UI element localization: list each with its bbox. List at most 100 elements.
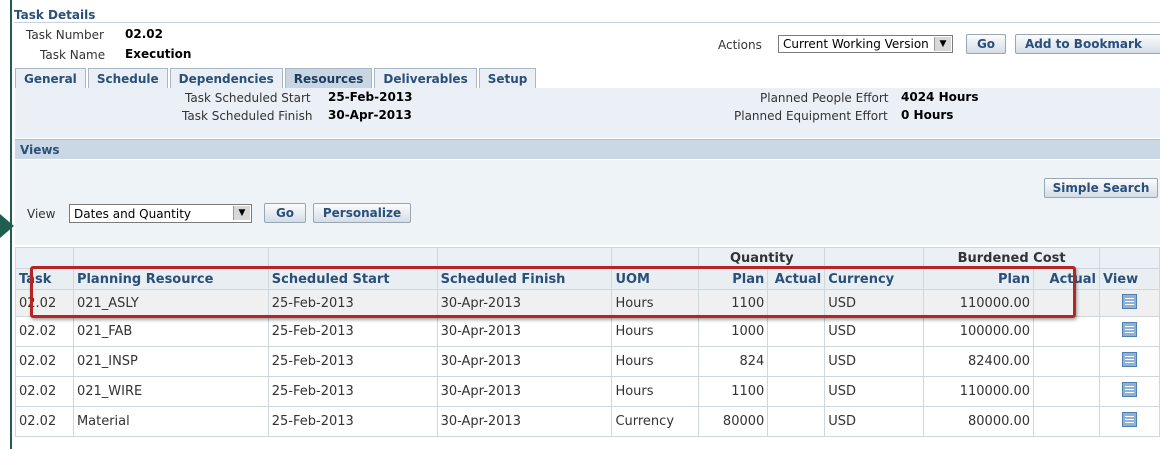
table-row: 02.02 021_FAB 25-Feb-2013 30-Apr-2013 Hours 1… [15,316,1160,347]
col-cost-plan[interactable]: Plan [923,268,1035,290]
planned-equipment-effort-label: Planned Equipment Effort [734,109,888,123]
actions-select[interactable]: Current Working Version ▼ [778,35,953,53]
table-cell: 021_ASLY [72,289,269,317]
tab-schedule[interactable]: Schedule [87,68,168,88]
table-cell: 02.02 [15,376,74,407]
views-section-body [15,160,1160,245]
table-cell [1033,346,1100,377]
col-cost-actual[interactable]: Actual [1033,268,1100,290]
table-cell [1033,316,1100,347]
table-cell: USD [824,406,925,437]
col-view: View [1099,268,1160,290]
grid-view-icon[interactable] [1122,293,1137,309]
personalize-button[interactable]: Personalize [313,203,411,223]
task-name-value: Execution [125,47,192,61]
views-section-header: Views [15,139,1160,159]
tab-general[interactable]: General [15,68,86,88]
planned-people-effort-value: 4024 Hours [901,90,979,104]
table-cell: Currency [611,406,700,437]
table-cell: 80000.00 [923,406,1035,437]
tab-resources[interactable]: Resources [284,68,373,88]
actions-go-button[interactable]: Go [966,34,1006,54]
table-cell: USD [824,289,925,317]
col-scheduled-start[interactable]: Scheduled Start [267,268,438,290]
task-details-panel: Task Details Task Number 02.02 Task Name… [12,0,1160,449]
table-cell [767,376,826,407]
simple-search-button[interactable]: Simple Search [1044,178,1158,198]
grid-view-icon[interactable] [1122,352,1137,367]
table-cell: 30-Apr-2013 [436,406,613,437]
task-number-label: Task Number [26,28,104,42]
table-cell [767,289,826,317]
col-quantity-actual[interactable]: Actual [767,268,826,290]
col-currency[interactable]: Currency [824,268,925,290]
table-cell: USD [824,316,925,347]
view-cell[interactable] [1099,346,1160,377]
view-select[interactable]: Dates and Quantity ▼ [69,204,252,223]
quantity-group-header: Quantity [698,247,826,269]
table-row: 02.02 021_WIRE 25-Feb-2013 30-Apr-2013 Hours… [15,376,1160,407]
col-uom[interactable]: UOM [611,268,700,290]
table-cell: 1100 [698,289,769,317]
col-task[interactable]: Task [15,268,74,290]
table-cell: 25-Feb-2013 [267,316,438,347]
view-cell[interactable] [1099,316,1160,347]
table-cell: 110000.00 [923,376,1035,407]
view-cell[interactable] [1099,376,1160,407]
table-cell: Hours [611,376,700,407]
table-cell: 25-Feb-2013 [267,289,438,317]
table-cell: USD [824,376,925,407]
tab-dependencies[interactable]: Dependencies [169,68,283,88]
table-cell: 021_FAB [72,316,269,347]
actions-select-value: Current Working Version [783,37,929,51]
table-cell: 824 [698,346,769,377]
col-quantity-plan[interactable]: Plan [698,268,769,290]
table-cell: Material [72,406,269,437]
table-cell: 02.02 [15,289,74,317]
table-cell: 021_INSP [72,346,269,377]
table-cell: 25-Feb-2013 [267,346,438,377]
table-cell: 110000.00 [923,289,1035,317]
table-row: 02.02 Material 25-Feb-2013 30-Apr-2013 Curre… [15,406,1160,437]
table-cell: 02.02 [15,316,74,347]
tab-bar: General Schedule Dependencies Resources … [15,68,538,88]
scheduled-finish-value: 30-Apr-2013 [328,108,412,122]
table-cell: Hours [611,289,700,317]
table-cell: 021_WIRE [72,376,269,407]
table-cell: 30-Apr-2013 [436,289,613,317]
tab-deliverables[interactable]: Deliverables [374,68,477,88]
table-cell: 02.02 [15,346,74,377]
table-cell [767,346,826,377]
burdened-cost-group-header: Burdened Cost [923,247,1100,269]
task-number-value: 02.02 [125,27,163,41]
grid-view-icon[interactable] [1122,412,1137,427]
table-cell: 1100 [698,376,769,407]
col-planning-resource[interactable]: Planning Resource [72,268,269,290]
planned-equipment-effort-value: 0 Hours [901,108,954,122]
actions-label: Actions [718,38,762,52]
dropdown-arrow-icon: ▼ [233,206,250,220]
table-cell [1033,406,1100,437]
col-scheduled-finish[interactable]: Scheduled Finish [436,268,613,290]
view-cell[interactable] [1099,289,1160,317]
view-go-button[interactable]: Go [264,203,306,223]
add-to-bookmark-button[interactable]: Add to Bookmark [1015,34,1160,54]
table-cell: Hours [611,346,700,377]
table-row: 02.02 021_INSP 25-Feb-2013 30-Apr-2013 Hours… [15,346,1160,377]
scheduled-finish-label: Task Scheduled Finish [182,109,313,123]
scheduled-start-value: 25-Feb-2013 [328,90,413,104]
planned-people-effort-label: Planned People Effort [760,91,889,105]
table-cell [1033,289,1100,317]
view-cell[interactable] [1099,406,1160,437]
grid-view-icon[interactable] [1122,322,1137,337]
table-cell: 02.02 [15,406,74,437]
scheduled-start-label: Task Scheduled Start [185,91,311,105]
resources-table: Quantity Burdened Cost Task Planning Res… [15,247,1160,437]
table-cell: 30-Apr-2013 [436,376,613,407]
grid-view-icon[interactable] [1122,382,1137,397]
page-title: Task Details [14,8,1160,23]
table-cell: 30-Apr-2013 [436,346,613,377]
tab-setup[interactable]: Setup [478,68,537,88]
table-cell [1033,376,1100,407]
table-row: 02.02 021_ASLY 25-Feb-2013 30-Apr-2013 Hours… [15,289,1160,317]
